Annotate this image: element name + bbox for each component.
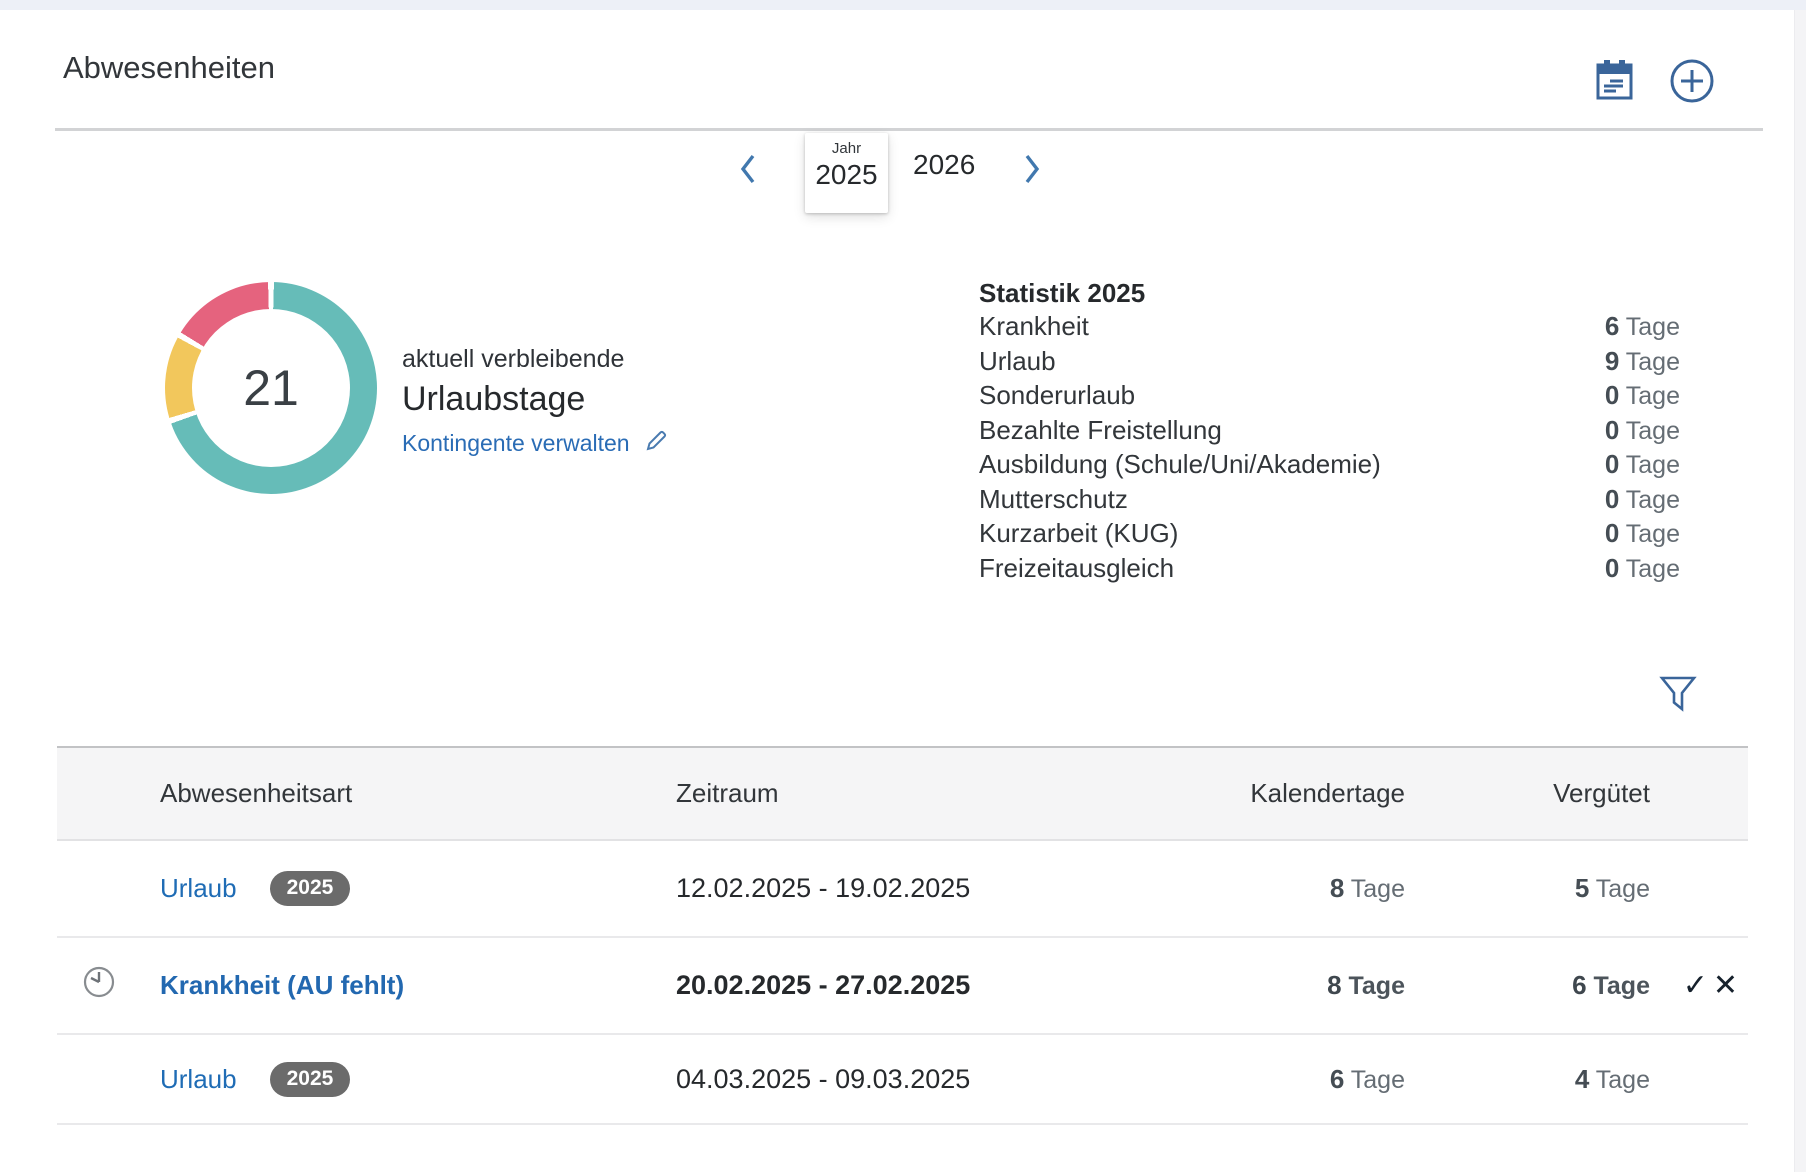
period-cell: 04.03.2025 - 09.03.2025 — [676, 1064, 1106, 1095]
calendar-days-cell: 6 Tage — [1106, 1064, 1405, 1095]
vacation-donut-chart: 21 — [165, 282, 377, 494]
stat-value: 6 Tage — [1605, 310, 1680, 345]
selected-year-card[interactable]: Jahr 2025 — [805, 133, 888, 213]
manage-quotas-link[interactable]: Kontingente verwalten — [402, 430, 630, 457]
absence-type-link[interactable]: Urlaub — [160, 1064, 237, 1094]
stat-row: Sonderurlaub 0 Tage — [979, 379, 1680, 414]
stat-row: Bezahlte Freistellung 0 Tage — [979, 414, 1680, 449]
stat-value: 0 Tage — [1605, 517, 1680, 552]
filter-funnel-icon — [1657, 671, 1699, 718]
absence-type-link[interactable]: Urlaub — [160, 873, 237, 903]
column-header-abwesenheitsart: Abwesenheitsart — [160, 778, 676, 809]
year-badge: 2025 — [270, 871, 351, 906]
pending-clock-icon — [81, 964, 117, 1007]
edit-pencil-icon[interactable] — [645, 429, 668, 457]
calendar-days-cell: 8 Tage — [1106, 873, 1405, 904]
period-cell: 12.02.2025 - 19.02.2025 — [676, 873, 1106, 904]
remaining-days-value: 21 — [165, 282, 377, 494]
row-icon-cell — [57, 964, 160, 1007]
table-row[interactable]: Urlaub 2025 12.02.2025 - 19.02.20258 Tage5… — [57, 841, 1748, 938]
stat-row: Mutterschutz 0 Tage — [979, 483, 1680, 518]
stat-value: 0 Tage — [1605, 414, 1680, 449]
period-cell: 20.02.2025 - 27.02.2025 — [676, 970, 1106, 1001]
year-option-next[interactable]: 2026 — [913, 149, 975, 181]
calendar-list-icon — [1593, 58, 1635, 107]
stat-value: 0 Tage — [1605, 379, 1680, 414]
add-absence-button[interactable] — [1666, 56, 1718, 108]
table-row[interactable]: Krankheit (AU fehlt) 20.02.2025 - 27.02.2… — [57, 938, 1748, 1035]
vacation-summary: aktuell verbleibende Urlaubstage Konting… — [402, 342, 668, 457]
table-header-row: Abwesenheitsart Zeitraum Kalendertage Ve… — [57, 746, 1748, 841]
absence-type-link[interactable]: Krankheit (AU fehlt) — [160, 970, 404, 1000]
stat-row: Kurzarbeit (KUG) 0 Tage — [979, 517, 1680, 552]
absence-type-cell: Krankheit (AU fehlt) — [160, 970, 676, 1001]
page-background-strip — [1794, 10, 1806, 1172]
statistics-title: Statistik 2025 — [979, 276, 1680, 310]
statistics-panel: Statistik 2025 Krankheit 6 Tage Urlaub 9 Ta… — [979, 276, 1680, 586]
absence-type-cell: Urlaub 2025 — [160, 1062, 676, 1097]
calendar-days-cell: 8 Tage — [1106, 970, 1405, 1001]
absence-type-cell: Urlaub 2025 — [160, 871, 676, 906]
stat-label: Urlaub — [979, 345, 1056, 379]
stat-label: Freizeitausgleich — [979, 552, 1174, 586]
year-caption: Jahr — [832, 139, 861, 158]
stat-label: Krankheit — [979, 310, 1089, 344]
year-badge: 2025 — [270, 1062, 351, 1097]
stat-row: Freizeitausgleich 0 Tage — [979, 552, 1680, 587]
paid-days-cell: 4 Tage — [1405, 1064, 1650, 1095]
table-body: Urlaub202512.02.2025 - 19.02.20258 Tage5… — [57, 841, 1748, 1125]
summary-line2: Urlaubstage — [402, 376, 668, 422]
column-header-verguetet: Vergütet — [1405, 778, 1650, 809]
filter-button[interactable] — [1650, 666, 1706, 722]
previous-year-button[interactable] — [728, 146, 768, 194]
stat-row: Ausbildung (Schule/Uni/Akademie) 0 Tage — [979, 448, 1680, 483]
stat-label: Bezahlte Freistellung — [979, 414, 1222, 448]
row-actions-cell: ✓✕ — [1650, 971, 1748, 1001]
paid-days-cell: 6 Tage — [1405, 970, 1650, 1001]
column-header-zeitraum: Zeitraum — [676, 778, 1106, 809]
next-year-button[interactable] — [1012, 146, 1052, 194]
paid-days-cell: 5 Tage — [1405, 873, 1650, 904]
approve-check-icon[interactable]: ✓ — [1683, 971, 1708, 1001]
absences-table: Abwesenheitsart Zeitraum Kalendertage Ve… — [57, 746, 1748, 1125]
summary-line1: aktuell verbleibende — [402, 342, 668, 376]
column-header-kalendertage: Kalendertage — [1106, 778, 1405, 809]
stat-row: Krankheit 6 Tage — [979, 310, 1680, 345]
stat-value: 0 Tage — [1605, 483, 1680, 518]
chevron-left-icon — [738, 151, 758, 190]
stat-label: Kurzarbeit (KUG) — [979, 517, 1178, 551]
stat-value: 9 Tage — [1605, 345, 1680, 380]
plus-circle-icon — [1669, 58, 1715, 107]
stat-row: Urlaub 9 Tage — [979, 345, 1680, 380]
stat-label: Sonderurlaub — [979, 379, 1135, 413]
reject-cross-icon[interactable]: ✕ — [1713, 971, 1738, 1001]
selected-year: 2025 — [815, 158, 877, 191]
header-divider — [55, 128, 1763, 131]
header-actions — [1588, 56, 1718, 108]
stat-label: Mutterschutz — [979, 483, 1128, 517]
stat-label: Ausbildung (Schule/Uni/Akademie) — [979, 448, 1381, 482]
calendar-view-button[interactable] — [1588, 56, 1640, 108]
stat-value: 0 Tage — [1605, 448, 1680, 483]
table-row[interactable]: Urlaub 2025 04.03.2025 - 09.03.20256 Tage4… — [57, 1035, 1748, 1125]
absences-screen: Abwesenheiten — [0, 0, 1806, 1172]
chevron-right-icon — [1022, 151, 1042, 190]
top-strip — [0, 0, 1806, 10]
page-title: Abwesenheiten — [63, 50, 275, 86]
stat-value: 0 Tage — [1605, 552, 1680, 587]
